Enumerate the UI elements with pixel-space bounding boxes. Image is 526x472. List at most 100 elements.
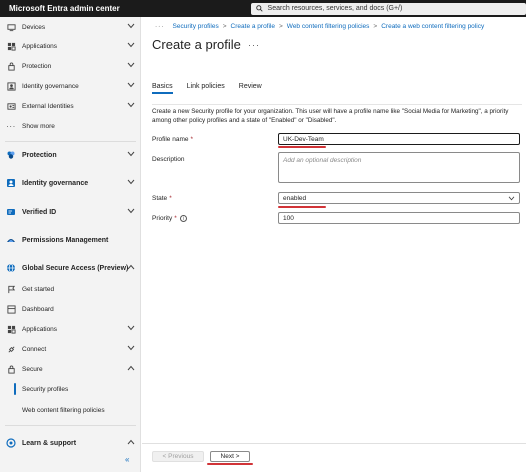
permissions-management-icon: [5, 234, 17, 246]
priority-input[interactable]: 100: [278, 212, 520, 224]
sidebar-item-label: Protection: [22, 62, 52, 70]
chevron-down-icon[interactable]: [127, 82, 135, 88]
identity-governance-section-icon: [5, 177, 17, 189]
sidebar-section-learn-support[interactable]: Learn & support: [0, 434, 141, 452]
collapse-sidebar-icon[interactable]: «: [125, 455, 129, 464]
chevron-down-icon[interactable]: [127, 208, 135, 214]
sidebar-item-identity-governance[interactable]: Identity governance: [0, 77, 141, 95]
top-bar: Microsoft Entra admin center Search reso…: [0, 0, 526, 17]
search-box[interactable]: Search resources, services, and docs (G+…: [250, 2, 526, 15]
annotation-underline: [278, 146, 326, 148]
sidebar-item-secure[interactable]: Secure: [0, 360, 141, 378]
chevron-up-icon[interactable]: [127, 264, 135, 270]
global-secure-access-icon: [5, 262, 17, 274]
state-label: State *: [152, 195, 172, 202]
breadcrumb-create-web-content-filtering-policy[interactable]: Create a web content filtering policy: [381, 23, 484, 30]
sidebar-item-connect[interactable]: Connect: [0, 340, 141, 358]
breadcrumb-separator: >: [279, 23, 283, 30]
more-icon: ···: [6, 121, 16, 131]
sidebar-item-gsa-applications[interactable]: Applications: [0, 320, 141, 338]
priority-label: Priority * i: [152, 215, 187, 222]
dashboard-icon: [5, 303, 17, 315]
breadcrumb-create-profile[interactable]: Create a profile: [231, 23, 275, 30]
tab-review[interactable]: Review: [239, 83, 262, 94]
devices-icon: [5, 21, 17, 33]
chevron-up-icon[interactable]: [127, 365, 135, 371]
priority-label-text: Priority: [152, 215, 173, 223]
sidebar-item-get-started[interactable]: Get started: [0, 280, 141, 298]
chevron-up-icon[interactable]: [127, 439, 135, 445]
sidebar-item-label: Security profiles: [22, 385, 69, 393]
sidebar-section-protection[interactable]: Protection: [0, 146, 141, 164]
protection-section-icon: [5, 149, 17, 161]
chevron-down-icon[interactable]: [127, 62, 135, 68]
sidebar-item-security-profiles[interactable]: Security profiles: [0, 380, 141, 398]
flag-icon: [5, 283, 17, 295]
sidebar-section-verified-id[interactable]: Verified ID: [0, 203, 141, 221]
chevron-down-icon: [508, 196, 515, 201]
breadcrumb-ellipsis[interactable]: ···: [155, 23, 165, 30]
more-options-icon[interactable]: ···: [248, 40, 260, 50]
sidebar-item-label: Applications: [22, 325, 58, 333]
sidebar-section-label: Learn & support: [22, 439, 77, 447]
sidebar-section-label: Protection: [22, 151, 57, 159]
required-mark: *: [169, 195, 172, 202]
profile-name-label-text: Profile name: [152, 136, 189, 143]
chevron-down-icon[interactable]: [127, 102, 135, 108]
breadcrumb-security-profiles[interactable]: Security profiles: [173, 23, 219, 30]
sidebar-item-applications[interactable]: Applications: [0, 37, 141, 55]
sidebar-item-label: Devices: [22, 23, 46, 31]
tab-list: Basics Link policies Review: [152, 83, 276, 94]
sidebar-section-identity-governance[interactable]: Identity governance: [0, 174, 141, 192]
info-icon[interactable]: i: [179, 215, 187, 222]
priority-value: 100: [283, 214, 294, 222]
page-title: Create a profile: [152, 37, 241, 52]
sidebar-section-global-secure-access[interactable]: Global Secure Access (Preview): [0, 259, 141, 277]
sidebar-section-label: Verified ID: [22, 208, 57, 216]
sidebar-item-label: Get started: [22, 285, 55, 293]
breadcrumb-separator: >: [373, 23, 378, 30]
sidebar-item-show-more[interactable]: ··· Show more: [0, 117, 141, 135]
sidebar-item-web-content-filtering-policies[interactable]: Web content filtering policies: [0, 401, 141, 419]
sidebar-item-label: Show more: [22, 122, 55, 130]
description-placeholder: Add an optional description: [283, 157, 362, 164]
required-mark: *: [174, 215, 177, 223]
sidebar-section-label: Identity governance: [22, 179, 89, 187]
chevron-down-icon[interactable]: [127, 345, 135, 351]
state-select[interactable]: enabled: [278, 192, 520, 204]
sidebar-item-external-identities[interactable]: External Identities: [0, 97, 141, 115]
description-textarea[interactable]: Add an optional description: [278, 152, 520, 183]
app-title[interactable]: Microsoft Entra admin center: [9, 4, 251, 13]
sidebar-item-protection[interactable]: Protection: [0, 57, 141, 75]
applications-icon: [5, 323, 17, 335]
protection-icon: [5, 60, 17, 72]
learn-support-icon: [5, 437, 17, 449]
chevron-down-icon[interactable]: [127, 151, 135, 157]
sidebar-item-label: Secure: [22, 365, 43, 373]
external-identities-icon: [5, 100, 17, 112]
annotation-underline: [278, 206, 326, 208]
sidebar-item-dashboard[interactable]: Dashboard: [0, 300, 141, 318]
tabs-divider: [152, 104, 522, 105]
previous-button[interactable]: < Previous: [152, 451, 204, 462]
profile-name-input[interactable]: UK-Dev-Team: [278, 133, 520, 145]
tab-link-policies[interactable]: Link policies: [187, 83, 225, 94]
breadcrumb: ··· Security profiles > Create a profile…: [155, 23, 484, 30]
search-placeholder: Search resources, services, and docs (G+…: [267, 5, 403, 12]
tab-basics[interactable]: Basics: [152, 83, 173, 94]
breadcrumb-web-content-filtering-policies[interactable]: Web content filtering policies: [287, 23, 370, 30]
sidebar-item-devices[interactable]: Devices: [0, 18, 141, 36]
sidebar-item-label: Dashboard: [22, 305, 54, 313]
sidebar-section-label: Permissions Management: [22, 236, 109, 244]
sidebar-section-permissions-management[interactable]: Permissions Management: [0, 231, 141, 249]
next-button[interactable]: Next >: [210, 451, 250, 462]
chevron-down-icon[interactable]: [127, 179, 135, 185]
secure-icon: [5, 363, 17, 375]
chevron-down-icon[interactable]: [127, 23, 135, 29]
chevron-down-icon[interactable]: [127, 325, 135, 331]
required-mark: *: [190, 136, 194, 143]
description-label: Description: [152, 156, 185, 163]
sidebar: Devices Applications Protection Identity…: [0, 17, 141, 472]
chevron-down-icon[interactable]: [127, 42, 135, 48]
connect-icon: [5, 343, 17, 355]
